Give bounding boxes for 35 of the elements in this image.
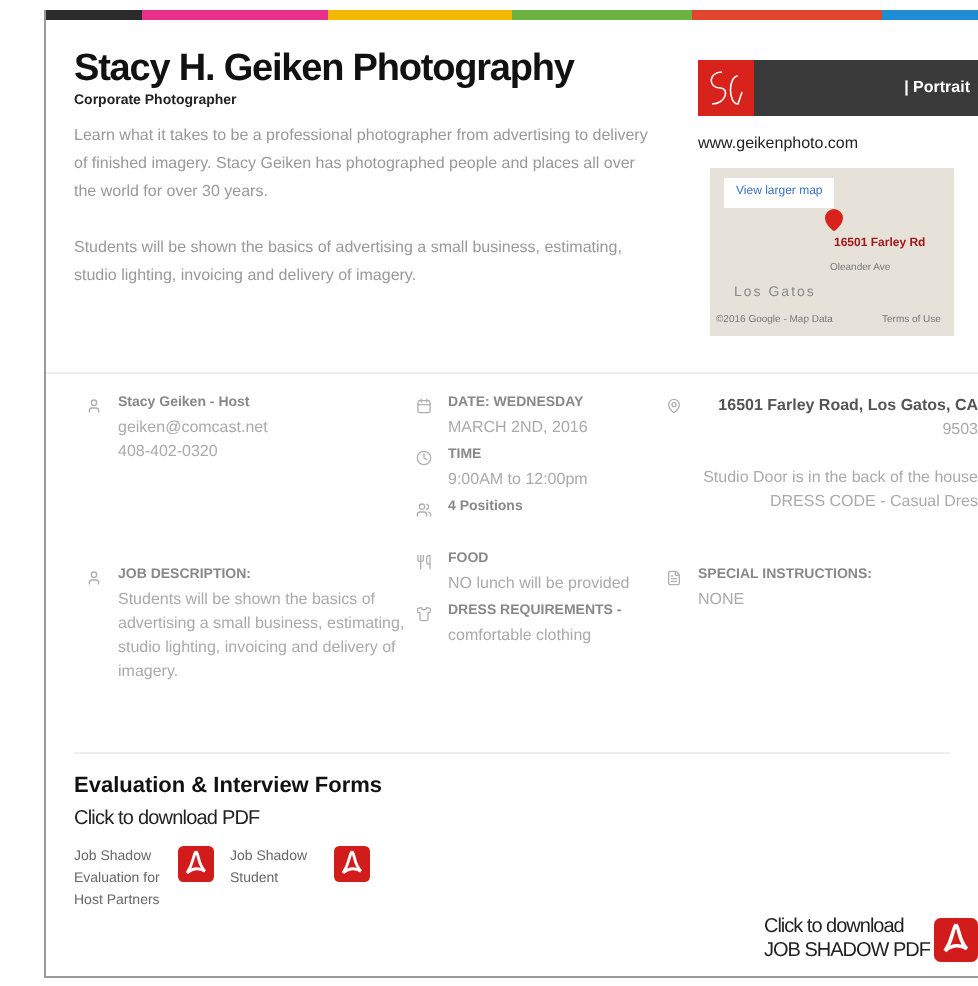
pdf-icon[interactable] (934, 917, 978, 961)
banner-tagline: | Portrait (904, 76, 970, 100)
utensils-icon (416, 554, 432, 570)
detail-heading: 16501 Farley Road, Los Gatos, CA (718, 394, 978, 418)
detail-text: geiken@comcast.net (118, 415, 270, 439)
download-label[interactable]: JOB SHADOW PDF (763, 939, 930, 963)
people-icon (416, 502, 432, 518)
document-icon (666, 570, 682, 586)
forms-heading: Evaluation & Interview Forms (74, 772, 385, 802)
detail-text: Students will be shown the basics of advertising a small business, estimating, studio lighting, invoicing and delivery of imagery. (118, 587, 407, 683)
detail-text: comfortable clothing (448, 623, 594, 647)
map-pin-icon (822, 208, 846, 232)
shirt-icon (416, 606, 432, 622)
detail-text: 408-402-0320 (118, 439, 220, 463)
intro-paragraph: Students will be shown the basics of advertising a small business, estimating, studio lighting, invoicing and delivery of imagery. (74, 235, 624, 288)
detail-text: MARCH 2ND, 2016 (448, 415, 590, 439)
detail-text: 9503 (942, 418, 978, 442)
detail-text: Studio Door is in the back of the house (703, 466, 978, 490)
detail-text: 9:00AM to 12:00pm (448, 467, 590, 491)
forms-subtitle: Click to download PDF (74, 805, 262, 833)
website-link[interactable]: www.geikenphoto.com (698, 132, 978, 156)
page-title: Stacy H. Geiken Photography (74, 48, 577, 92)
intro-paragraph: Learn what it takes to be a professional photographer from advertising to delivery of finished imagery. Stacy Geiken has photographed people and places all over the world for over 30 years. (74, 123, 650, 204)
download-label[interactable]: Click to download (763, 915, 930, 939)
person-icon (86, 570, 102, 586)
map-pin-icon (666, 398, 682, 414)
clock-icon (416, 450, 432, 466)
detail-text: NONE (698, 587, 747, 611)
logo-icon (698, 60, 754, 116)
person-icon (86, 398, 102, 414)
pdf-icon[interactable] (178, 845, 214, 881)
detail-text: NO lunch will be provided (448, 571, 632, 595)
pdf-icon[interactable] (334, 845, 370, 881)
detail-text: DRESS CODE - Casual Dres (769, 490, 978, 514)
calendar-icon (416, 398, 432, 414)
